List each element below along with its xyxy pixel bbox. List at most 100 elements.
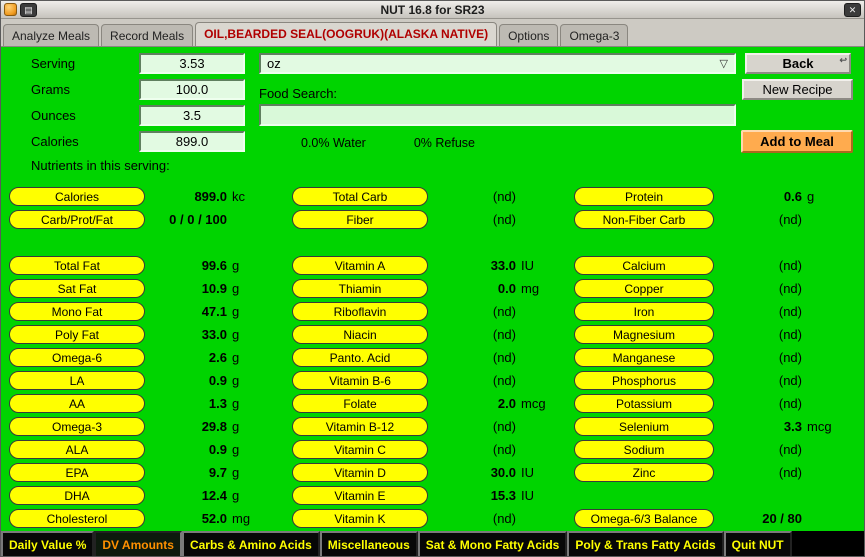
nutrient-button-epa[interactable]: EPA — [9, 463, 145, 482]
serving-input[interactable] — [139, 53, 245, 74]
bottom-tab-quit-nut[interactable]: Quit NUT — [724, 531, 792, 557]
tab-omega-3[interactable]: Omega-3 — [560, 24, 628, 46]
nutrient-button-ala[interactable]: ALA — [9, 440, 145, 459]
tab-analyze-meals[interactable]: Analyze Meals — [3, 24, 99, 46]
back-button[interactable]: Back ↩ — [745, 53, 851, 74]
nutrient-value: (nd) — [428, 327, 516, 342]
nutrient-button-zinc[interactable]: Zinc — [574, 463, 714, 482]
nutrient-row: Vitamin K(nd) — [292, 507, 564, 530]
nutrient-value: (nd) — [714, 258, 802, 273]
nutrient-button-folate[interactable]: Folate — [292, 394, 428, 413]
nutrient-button-vitamin-d[interactable]: Vitamin D — [292, 463, 428, 482]
bottom-tab-daily-value[interactable]: Daily Value % — [1, 531, 94, 557]
tab-options[interactable]: Options — [499, 24, 558, 46]
bottom-tab-dv-amounts[interactable]: DV Amounts — [94, 531, 182, 557]
nutrient-unit: g — [232, 488, 239, 503]
app-icon — [4, 3, 17, 16]
bottom-tab-sat-mono-fatty-acids[interactable]: Sat & Mono Fatty Acids — [418, 531, 568, 557]
nutrient-row: Zinc(nd) — [574, 461, 860, 484]
nutrient-unit: mcg — [521, 396, 546, 411]
nutrient-button-omega-6-3-balance[interactable]: Omega-6/3 Balance — [574, 509, 714, 528]
nutrient-button-protein[interactable]: Protein — [574, 187, 714, 206]
nutrient-button-vitamin-e[interactable]: Vitamin E — [292, 486, 428, 505]
nutrient-unit: kc — [232, 189, 245, 204]
nutrient-row: Vitamin E15.3IU — [292, 484, 564, 507]
refuse-percent: 0% Refuse — [414, 136, 475, 150]
food-search-input[interactable] — [259, 104, 736, 126]
nutrient-unit: g — [232, 373, 239, 388]
nutrient-value: (nd) — [714, 304, 802, 319]
calories-input[interactable] — [139, 131, 245, 152]
nutrient-button-potassium[interactable]: Potassium — [574, 394, 714, 413]
serving-unit-select[interactable]: oz ▽ — [259, 53, 736, 74]
nutrient-unit: g — [232, 350, 239, 365]
nutrient-unit: g — [232, 396, 239, 411]
nutrient-button-iron[interactable]: Iron — [574, 302, 714, 321]
nutrient-value: 0.9 — [145, 442, 227, 457]
calories-label: Calories — [31, 131, 79, 152]
nutrient-button-selenium[interactable]: Selenium — [574, 417, 714, 436]
nutrient-button-cholesterol[interactable]: Cholesterol — [9, 509, 145, 528]
nutrient-unit: g — [232, 327, 239, 342]
nutrient-row: Poly Fat33.0g — [9, 323, 285, 346]
nutrient-row — [574, 484, 860, 507]
nutrient-button-sodium[interactable]: Sodium — [574, 440, 714, 459]
nutrient-button-vitamin-c[interactable]: Vitamin C — [292, 440, 428, 459]
nutrient-button-phosphorus[interactable]: Phosphorus — [574, 371, 714, 390]
nutrient-button-omega-3[interactable]: Omega-3 — [9, 417, 145, 436]
bottom-tab-carbs-amino-acids[interactable]: Carbs & Amino Acids — [182, 531, 320, 557]
nutrient-row: Vitamin D30.0IU — [292, 461, 564, 484]
nutrient-button-carb-prot-fat[interactable]: Carb/Prot/Fat — [9, 210, 145, 229]
nutrient-row: Thiamin0.0mg — [292, 277, 564, 300]
nutrient-button-manganese[interactable]: Manganese — [574, 348, 714, 367]
tab-oil-bearded-seal-oogruk-alaska-native[interactable]: OIL,BEARDED SEAL(OOGRUK)(ALASKA NATIVE) — [195, 22, 497, 46]
nutrient-button-poly-fat[interactable]: Poly Fat — [9, 325, 145, 344]
nutrient-button-total-carb[interactable]: Total Carb — [292, 187, 428, 206]
nutrient-button-panto-acid[interactable]: Panto. Acid — [292, 348, 428, 367]
nutrient-row: Omega-62.6g — [9, 346, 285, 369]
new-recipe-button[interactable]: New Recipe — [742, 79, 853, 100]
nutrient-button-vitamin-b-6[interactable]: Vitamin B-6 — [292, 371, 428, 390]
app-window: ▤ NUT 16.8 for SR23 ✕ Analyze MealsRecor… — [0, 0, 865, 557]
back-arrow-icon: ↩ — [839, 55, 847, 66]
nutrient-button-calcium[interactable]: Calcium — [574, 256, 714, 275]
close-icon[interactable]: ✕ — [844, 3, 861, 17]
nutrient-row: Phosphorus(nd) — [574, 369, 860, 392]
nutrient-button-omega-6[interactable]: Omega-6 — [9, 348, 145, 367]
nutrient-row: DHA12.4g — [9, 484, 285, 507]
nutrient-button-vitamin-k[interactable]: Vitamin K — [292, 509, 428, 528]
nutrient-row — [9, 231, 285, 254]
nutrient-button-aa[interactable]: AA — [9, 394, 145, 413]
ounces-input[interactable] — [139, 105, 245, 126]
nutrient-button-fiber[interactable]: Fiber — [292, 210, 428, 229]
nutrient-button-total-fat[interactable]: Total Fat — [9, 256, 145, 275]
nutrient-row: EPA9.7g — [9, 461, 285, 484]
nutrient-unit: g — [232, 258, 239, 273]
nutrient-button-sat-fat[interactable]: Sat Fat — [9, 279, 145, 298]
nutrient-button-vitamin-b-12[interactable]: Vitamin B-12 — [292, 417, 428, 436]
nutrient-button-niacin[interactable]: Niacin — [292, 325, 428, 344]
titlebar: ▤ NUT 16.8 for SR23 ✕ — [1, 1, 864, 19]
nutrient-button-calories[interactable]: Calories — [9, 187, 145, 206]
nutrient-value: (nd) — [714, 442, 802, 457]
nutrient-unit: mcg — [807, 419, 832, 434]
nutrient-button-mono-fat[interactable]: Mono Fat — [9, 302, 145, 321]
nutrient-button-la[interactable]: LA — [9, 371, 145, 390]
bottom-tab-miscellaneous[interactable]: Miscellaneous — [320, 531, 418, 557]
nutrient-value: (nd) — [428, 373, 516, 388]
nutrient-value: 47.1 — [145, 304, 227, 319]
nutrient-value: (nd) — [428, 350, 516, 365]
nutrient-button-dha[interactable]: DHA — [9, 486, 145, 505]
grams-input[interactable] — [139, 79, 245, 100]
nutrient-button-magnesium[interactable]: Magnesium — [574, 325, 714, 344]
nutrient-button-copper[interactable]: Copper — [574, 279, 714, 298]
bottom-tab-poly-trans-fatty-acids[interactable]: Poly & Trans Fatty Acids — [567, 531, 723, 557]
nutrient-button-non-fiber-carb[interactable]: Non-Fiber Carb — [574, 210, 714, 229]
nutrient-column-2: Total Carb(nd)Fiber(nd)Vitamin A33.0IUTh… — [292, 185, 564, 530]
window-menu-button[interactable]: ▤ — [20, 3, 37, 17]
nutrient-button-thiamin[interactable]: Thiamin — [292, 279, 428, 298]
tab-record-meals[interactable]: Record Meals — [101, 24, 193, 46]
nutrient-button-vitamin-a[interactable]: Vitamin A — [292, 256, 428, 275]
add-to-meal-button[interactable]: Add to Meal — [741, 130, 853, 153]
nutrient-button-riboflavin[interactable]: Riboflavin — [292, 302, 428, 321]
